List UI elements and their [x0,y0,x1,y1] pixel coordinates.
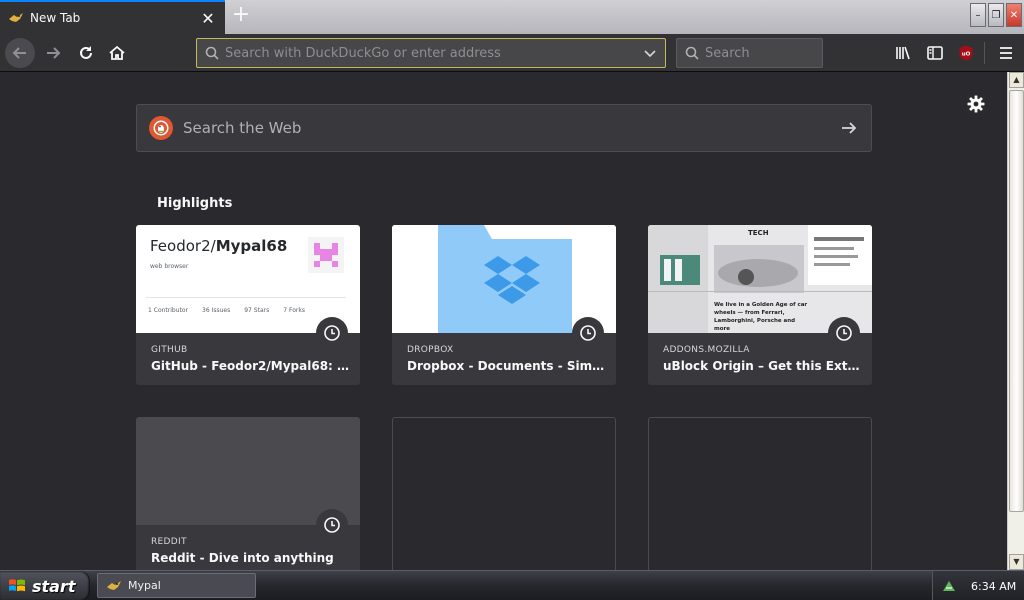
url-bar[interactable]: Search with DuckDuckGo or enter address [196,38,666,68]
arrow-right-icon[interactable] [839,118,859,138]
card-source: DROPBOX [407,345,454,355]
duckduckgo-logo-icon [149,116,173,140]
minimize-button[interactable]: – [970,3,986,27]
card-source: GITHUB [151,345,188,355]
highlight-card-reddit[interactable]: REDDIT Reddit - Dive into anything [136,417,360,570]
search-bar[interactable]: Search [676,38,823,68]
start-label: start [32,576,76,596]
system-tray: 6:34 AM [932,571,1024,600]
sidebar-button[interactable] [920,38,950,68]
tab-strip: New Tab ✕ + – ❐ ✕ [0,0,1024,34]
web-search-input[interactable]: Search the Web [183,119,839,137]
web-search-box[interactable]: Search the Web [136,104,872,152]
ublock-origin-button[interactable]: uO [951,38,981,68]
tab-new-tab[interactable]: New Tab ✕ [0,0,225,34]
highlight-card-dropbox[interactable]: DROPBOX Dropbox - Documents - Simplify..… [392,225,616,385]
vertical-scrollbar[interactable]: ▲ ▼ [1007,72,1024,570]
scroll-down-arrow-icon[interactable]: ▼ [1009,554,1024,570]
forward-arrow-icon [47,47,61,59]
mypal-bird-icon [9,13,23,22]
card-source: REDDIT [151,537,187,547]
thumb-heading: TECH [748,229,769,237]
sidebar-icon [927,46,943,60]
close-window-button[interactable]: ✕ [1006,3,1022,27]
home-icon [109,45,125,60]
card-title: Reddit - Dive into anything [151,551,334,565]
library-button[interactable] [888,38,918,68]
ublock-shield-icon: uO [959,45,973,61]
back-arrow-icon [12,47,26,59]
search-icon [205,46,219,60]
system-clock[interactable]: 6:34 AM [971,580,1016,593]
svg-text:uO: uO [962,52,971,58]
thumb-stat: 36 Issues [202,307,231,314]
window-controls: – ❐ ✕ [970,3,1022,27]
start-button[interactable]: start [0,571,90,600]
thumb-repo-title: Feodor2/Mypal68 [150,237,288,255]
highlights-heading: Highlights [157,196,233,211]
menu-button[interactable] [991,38,1021,68]
windows-taskbar: start Mypal 6:34 AM [0,570,1024,600]
thumb-headline: We live in a Golden Age of car wheels — … [714,302,808,332]
search-icon [685,46,699,60]
tab-close-icon[interactable]: ✕ [199,9,217,28]
thumb-repo-description: web browser [150,263,189,270]
thumb-divider [146,297,346,298]
thumb-stat: 97 Stars [244,307,270,314]
home-button[interactable] [102,38,132,68]
new-tab-page: Search the Web Highlights Feodor2/Mypal6… [0,72,1007,570]
card-title: Dropbox - Documents - Simplify... [407,359,607,373]
highlight-card-github[interactable]: Feodor2/Mypal68 web browser 1 Contributo… [136,225,360,385]
thumb-stat: 7 Forks [283,307,305,314]
tab-title: New Tab [30,11,81,25]
forward-button[interactable] [38,38,68,68]
chevron-down-icon[interactable] [643,46,657,60]
highlight-card-addons-mozilla[interactable]: TECH We live in a Golden Age of car whee… [648,225,872,385]
reload-icon [80,46,92,59]
empty-highlight-slot [648,417,872,570]
navigation-toolbar: Search with DuckDuckGo or enter address … [0,34,1024,72]
hamburger-menu-icon [1000,47,1012,59]
mypal-bird-icon [107,580,121,590]
thumb-stat: 1 Contributor [148,307,189,314]
library-icon [896,46,910,60]
reload-button[interactable] [71,38,101,68]
taskbar-item-mypal[interactable]: Mypal [97,573,256,598]
windows-flag-icon [9,579,25,592]
toolbar-separator [984,42,985,64]
clock-icon [316,317,348,349]
scroll-up-arrow-icon[interactable]: ▲ [1009,72,1024,88]
card-title: GitHub - Feodor2/Mypal68: web... [151,359,351,373]
gear-icon[interactable] [966,94,986,114]
search-input[interactable]: Search [705,46,750,61]
back-button[interactable] [5,38,35,68]
thumb-repo-stats: 1 Contributor 36 Issues 97 Stars 7 Forks [148,307,305,314]
clock-icon [316,509,348,541]
pixel-avatar-icon [308,237,344,273]
restore-button[interactable]: ❐ [988,3,1004,27]
network-icon[interactable] [941,578,957,594]
scrollbar-thumb[interactable] [1009,90,1024,512]
new-tab-button[interactable]: + [229,4,253,28]
card-title: uBlock Origin – Get this Extensio... [663,359,863,373]
taskbar-item-label: Mypal [128,579,161,592]
clock-icon [572,317,604,349]
clock-icon [828,317,860,349]
empty-highlight-slot [392,417,616,570]
card-source: ADDONS.MOZILLA [663,345,750,355]
url-input[interactable]: Search with DuckDuckGo or enter address [225,46,643,61]
